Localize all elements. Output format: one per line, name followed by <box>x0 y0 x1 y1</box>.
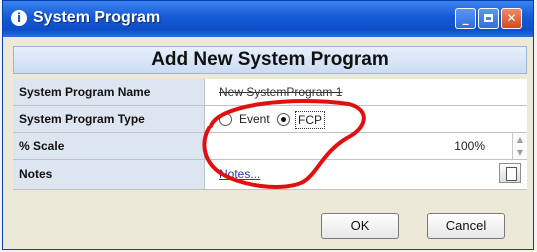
spin-up-icon[interactable]: ▲ <box>513 133 527 146</box>
name-label: System Program Name <box>13 79 205 105</box>
title-bar[interactable]: i System Program _ ✕ <box>3 1 533 37</box>
type-label: System Program Type <box>13 106 205 132</box>
ok-button[interactable]: OK <box>321 213 399 239</box>
cancel-button[interactable]: Cancel <box>427 213 505 239</box>
annotation-stroke <box>202 98 366 189</box>
scale-spinner[interactable]: ▲ ▼ <box>512 133 527 159</box>
scale-label: % Scale <box>13 133 205 159</box>
notes-icon <box>506 167 517 181</box>
info-icon: i <box>11 10 27 26</box>
scale-value: 100% <box>454 139 485 153</box>
spin-down-icon[interactable]: ▼ <box>513 146 527 159</box>
notes-label: Notes <box>13 160 205 189</box>
system-program-window: i System Program _ ✕ Add New System Prog… <box>2 0 534 250</box>
notes-button[interactable] <box>499 163 521 183</box>
maximize-button[interactable] <box>478 8 499 29</box>
maximize-icon <box>484 14 493 22</box>
annotation-circle <box>202 98 366 189</box>
window-title: System Program <box>33 9 161 26</box>
dialog-heading: Add New System Program <box>13 46 527 74</box>
close-button[interactable]: ✕ <box>501 8 522 29</box>
minimize-button[interactable]: _ <box>455 8 476 29</box>
